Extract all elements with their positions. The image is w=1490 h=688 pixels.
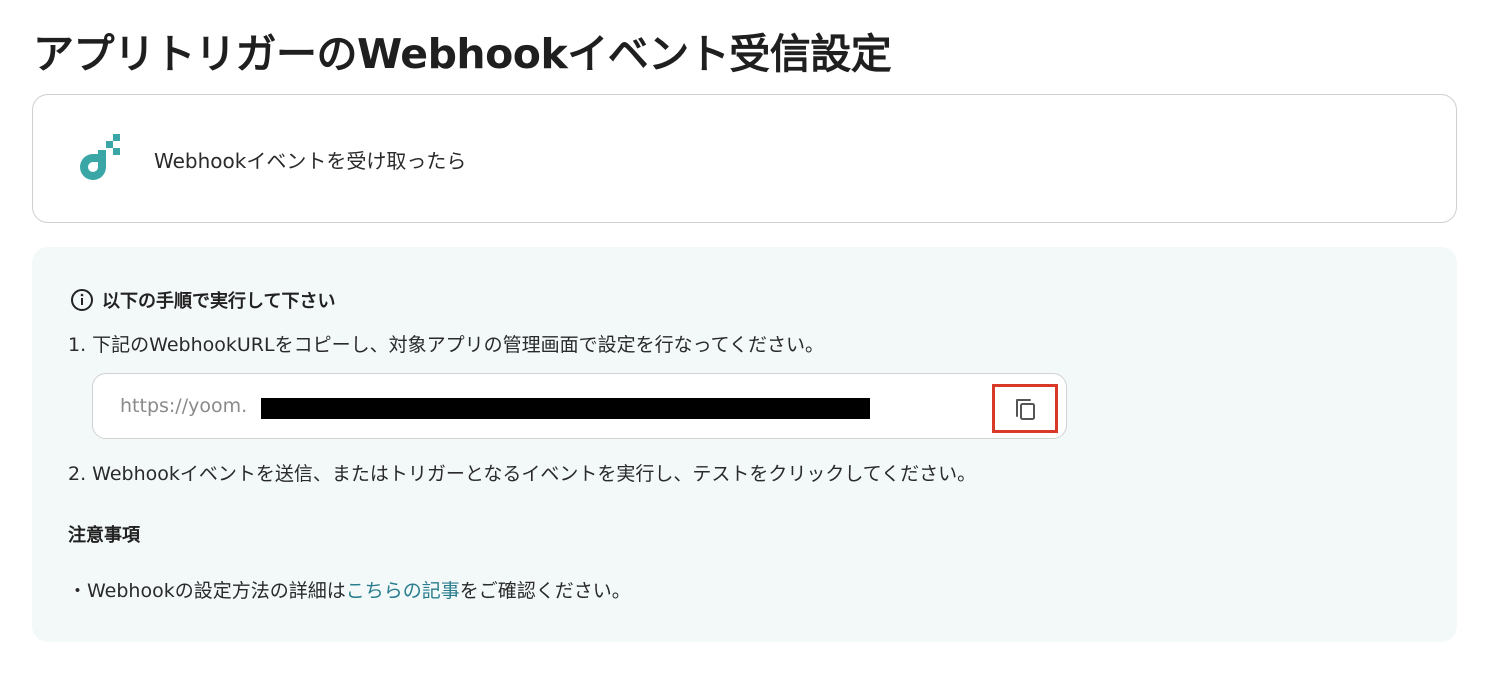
instructions-panel: 以下の手順で実行して下さい 1. 下記のWebhookURLをコピーし、対象アプ… (32, 247, 1457, 642)
webhook-url-field[interactable]: https://yoom. (92, 373, 1067, 439)
info-icon (71, 289, 93, 311)
webhook-settings-page: アプリトリガーのWebhookイベント受信設定 Webhookイベントを受け取っ… (0, 0, 1490, 688)
trigger-label: Webhookイベントを受け取ったら (154, 149, 467, 173)
notes-heading: 注意事項 (68, 525, 140, 546)
step-2-text: 2. Webhookイベントを送信、またはトリガーとなるイベントを実行し、テスト… (68, 463, 977, 485)
note-prefix: ・Webhookの設定方法の詳細は (68, 580, 346, 602)
article-link[interactable]: こちらの記事 (346, 580, 460, 602)
copy-icon (1016, 399, 1035, 420)
webhook-url-value[interactable]: https://yoom. (120, 395, 247, 417)
trigger-card: Webhookイベントを受け取ったら (32, 94, 1457, 223)
instructions-heading-text: 以下の手順で実行して下さい (102, 291, 336, 312)
note-line: ・Webhookの設定方法の詳細はこちらの記事をご確認ください。 (68, 576, 631, 603)
step-1-text: 1. 下記のWebhookURLをコピーし、対象アプリの管理画面で設定を行なって… (68, 334, 825, 356)
note-suffix: をご確認ください。 (459, 580, 631, 602)
copy-url-button[interactable] (992, 384, 1058, 433)
url-redaction (261, 398, 870, 419)
page-title: アプリトリガーのWebhookイベント受信設定 (33, 30, 892, 78)
yoom-webhook-logo-icon (80, 134, 120, 180)
instructions-heading: 以下の手順で実行して下さい (70, 287, 335, 313)
